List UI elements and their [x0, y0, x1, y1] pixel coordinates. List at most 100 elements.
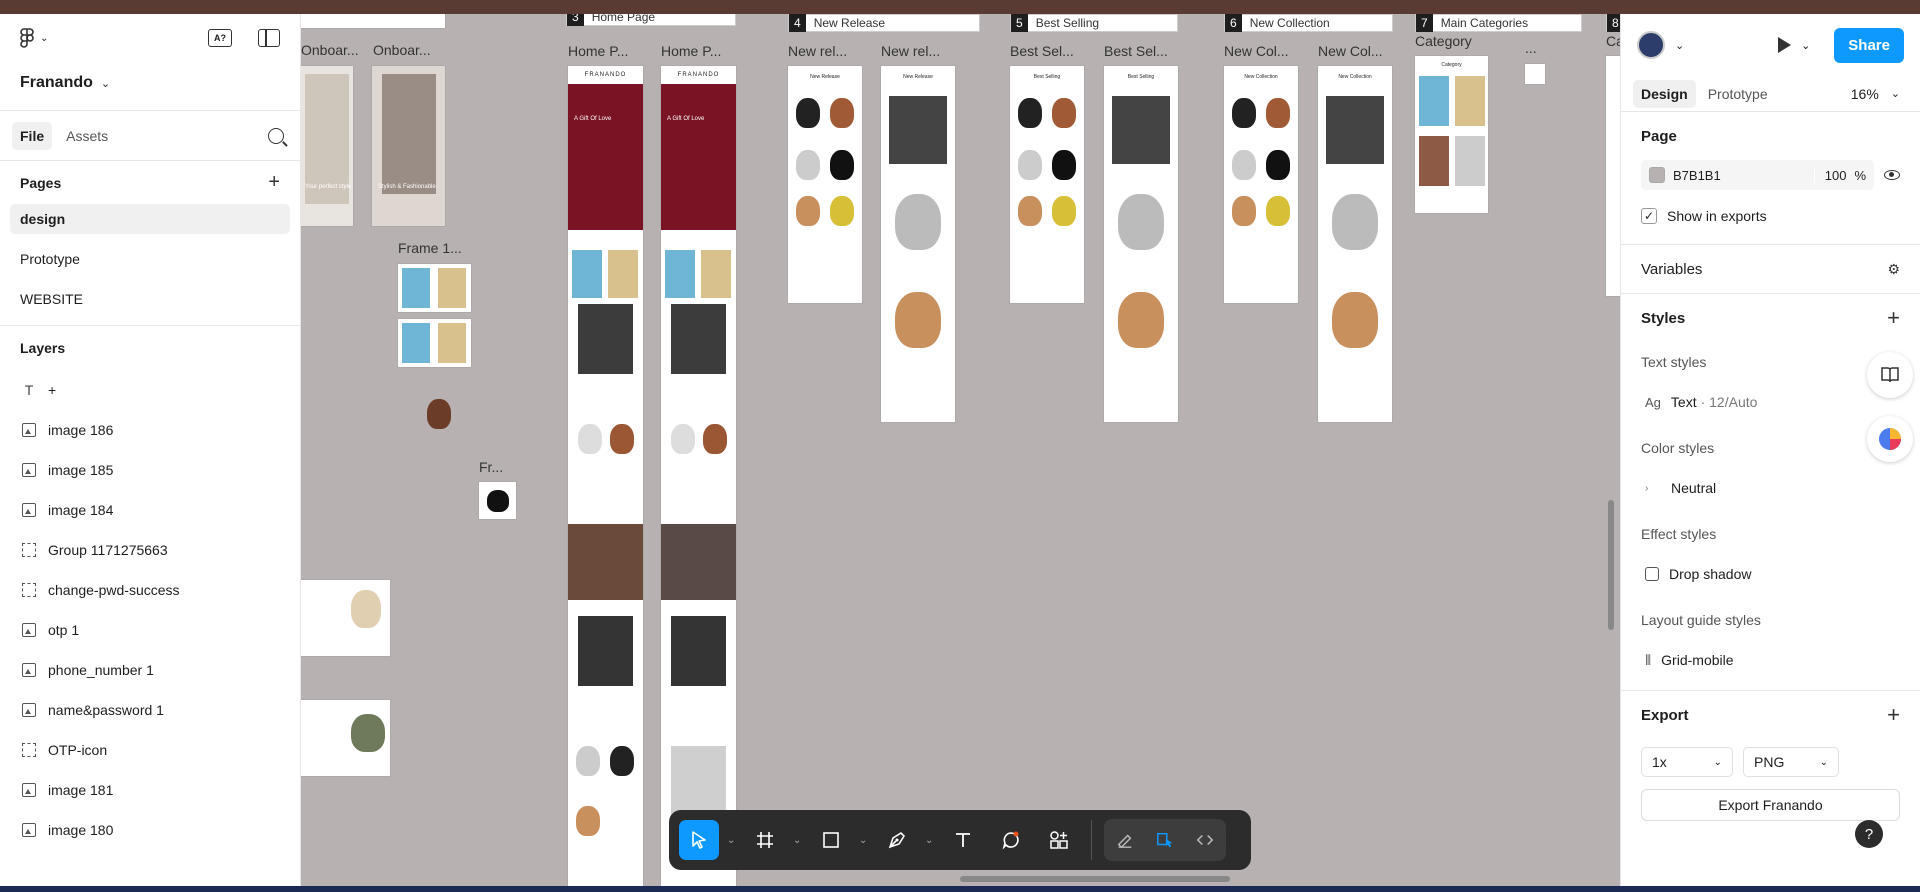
- comment-tool-button[interactable]: [991, 820, 1031, 860]
- help-button[interactable]: ?: [1855, 820, 1883, 848]
- text-style-item[interactable]: Ag Text · 12/Auto: [1641, 382, 1900, 422]
- frame-label[interactable]: Home P...: [568, 43, 628, 59]
- move-tool-button[interactable]: [679, 820, 719, 860]
- ai-translate-icon[interactable]: A?: [208, 29, 232, 47]
- show-in-exports-row[interactable]: ✓ Show in exports: [1641, 200, 1900, 232]
- section-label-main-categories[interactable]: 7 Main Categories: [1415, 14, 1582, 32]
- chevron-down-icon[interactable]: ⌄: [727, 835, 737, 846]
- design-canvas[interactable]: 3 Home Page 4 New Release 5 Best Selling 6N…: [301, 14, 1620, 886]
- new-collection-frame[interactable]: New Collection: [1224, 66, 1298, 303]
- text-tool-button[interactable]: [943, 820, 983, 860]
- section-label-home[interactable]: 3 Home Page: [566, 14, 736, 26]
- page-item-design[interactable]: design: [10, 204, 290, 234]
- design-mode-button[interactable]: [1146, 821, 1184, 859]
- layout-style-item[interactable]: ⦀ Grid-mobile: [1641, 640, 1900, 680]
- frame-thumbnail[interactable]: [398, 319, 471, 367]
- color-style-item[interactable]: › Neutral: [1641, 468, 1900, 508]
- draw-mode-button[interactable]: [1106, 821, 1144, 859]
- layer-item[interactable]: name&password 1: [0, 690, 300, 730]
- frame-label[interactable]: New Col...: [1224, 43, 1289, 59]
- section-label-8[interactable]: 8: [1606, 14, 1620, 32]
- home-page-frame[interactable]: FRANANDO A Gift Of Love: [568, 66, 643, 886]
- page-color-field[interactable]: B7B1B1 100 %: [1641, 160, 1874, 190]
- new-release-frame[interactable]: New Release: [788, 66, 862, 303]
- home-page-frame[interactable]: FRANANDO A Gift Of Love: [661, 66, 736, 886]
- frame-label[interactable]: Frame 1...: [398, 240, 462, 256]
- layer-item[interactable]: phone_number 1: [0, 650, 300, 690]
- export-file-button[interactable]: Export Franando: [1641, 789, 1900, 821]
- frame-label[interactable]: Best Sel...: [1104, 43, 1168, 59]
- layer-item[interactable]: image 186: [0, 410, 300, 450]
- zoom-control[interactable]: 16% ⌄: [1851, 86, 1908, 102]
- tab-design[interactable]: Design: [1633, 79, 1696, 108]
- tab-assets[interactable]: Assets: [58, 122, 116, 150]
- page-item-prototype[interactable]: Prototype: [0, 239, 300, 279]
- sidebar-toggle-icon[interactable]: [258, 29, 280, 47]
- onboarding-frame[interactable]: Your perfect style: [301, 66, 353, 226]
- checkbox-checked-icon[interactable]: ✓: [1641, 208, 1657, 224]
- actions-tool-button[interactable]: [1039, 820, 1079, 860]
- dev-mode-button[interactable]: [1186, 821, 1224, 859]
- frame-label[interactable]: New rel...: [788, 43, 847, 59]
- bag-image[interactable]: [427, 399, 451, 429]
- frame-label[interactable]: Fr...: [479, 459, 503, 475]
- layer-item[interactable]: image 180: [0, 810, 300, 850]
- tab-file[interactable]: File: [12, 121, 53, 150]
- frame-tool-button[interactable]: [745, 820, 785, 860]
- frame-thumbnail[interactable]: [398, 264, 471, 312]
- product-tile[interactable]: [301, 580, 390, 656]
- section-label-best-selling[interactable]: 5 Best Selling: [1010, 14, 1178, 32]
- chevron-down-icon[interactable]: ⌄: [793, 835, 803, 846]
- frame-label[interactable]: Ca: [1606, 33, 1620, 49]
- layer-item[interactable]: image 181: [0, 770, 300, 810]
- file-name-button[interactable]: Franando ⌄: [0, 62, 300, 98]
- frame-thumbnail[interactable]: [479, 482, 516, 519]
- layer-item[interactable]: Group 1171275663: [0, 530, 300, 570]
- best-selling-frame[interactable]: Best Selling: [1010, 66, 1084, 303]
- layer-item[interactable]: T +: [0, 370, 300, 410]
- section-label-new-collection[interactable]: 6 New Collection: [1224, 14, 1393, 32]
- export-format-select[interactable]: PNG ⌄: [1743, 747, 1839, 777]
- pen-tool-button[interactable]: [877, 820, 917, 860]
- layer-item[interactable]: OTP-icon: [0, 730, 300, 770]
- layer-item[interactable]: image 185: [0, 450, 300, 490]
- add-export-icon[interactable]: +: [1887, 702, 1900, 728]
- present-play-icon[interactable]: [1778, 37, 1792, 53]
- canvas-horizontal-scrollbar[interactable]: [960, 876, 1230, 882]
- frame-label[interactable]: Category: [1415, 33, 1472, 49]
- tab-prototype[interactable]: Prototype: [1700, 80, 1776, 108]
- user-avatar[interactable]: [1637, 31, 1665, 59]
- main-menu-button[interactable]: ⌄: [20, 28, 48, 48]
- new-collection-frame[interactable]: New Collection: [1318, 66, 1392, 422]
- add-style-icon[interactable]: +: [1887, 305, 1900, 331]
- frame-label[interactable]: Best Sel...: [1010, 43, 1074, 59]
- add-page-icon[interactable]: +: [268, 171, 280, 194]
- variables-row[interactable]: Variables ⚙: [1641, 245, 1900, 293]
- page-color-hex[interactable]: B7B1B1: [1673, 168, 1721, 183]
- frame-label[interactable]: New Col...: [1318, 43, 1383, 59]
- chevron-down-icon[interactable]: ⌄: [859, 835, 869, 846]
- layer-item[interactable]: change-pwd-success: [0, 570, 300, 610]
- share-button[interactable]: Share: [1834, 27, 1904, 63]
- frame-label[interactable]: New rel...: [881, 43, 940, 59]
- export-scale-select[interactable]: 1x ⌄: [1641, 747, 1733, 777]
- section-label-new-release[interactable]: 4 New Release: [788, 14, 980, 32]
- new-release-frame[interactable]: New Release: [881, 66, 955, 422]
- chevron-down-icon[interactable]: ⌄: [1675, 39, 1684, 52]
- search-icon[interactable]: [268, 127, 284, 144]
- layer-item[interactable]: otp 1: [0, 610, 300, 650]
- partial-frame[interactable]: [1606, 56, 1620, 296]
- variables-settings-icon[interactable]: ⚙: [1887, 261, 1900, 278]
- color-swatch[interactable]: [1649, 167, 1665, 183]
- frame-label[interactable]: Onboar...: [301, 42, 359, 58]
- chevron-down-icon[interactable]: ⌄: [1801, 39, 1810, 52]
- category-frame[interactable]: Category: [1415, 56, 1488, 213]
- effect-style-item[interactable]: Drop shadow: [1641, 554, 1900, 594]
- layer-item[interactable]: image 184: [0, 490, 300, 530]
- chevron-right-icon[interactable]: ›: [1645, 483, 1661, 494]
- canvas-frame[interactable]: [301, 14, 445, 28]
- frame-label[interactable]: ...: [1525, 40, 1537, 56]
- canvas-vertical-scrollbar[interactable]: [1608, 500, 1614, 630]
- shape-tool-button[interactable]: [811, 820, 851, 860]
- frame-label[interactable]: Home P...: [661, 43, 721, 59]
